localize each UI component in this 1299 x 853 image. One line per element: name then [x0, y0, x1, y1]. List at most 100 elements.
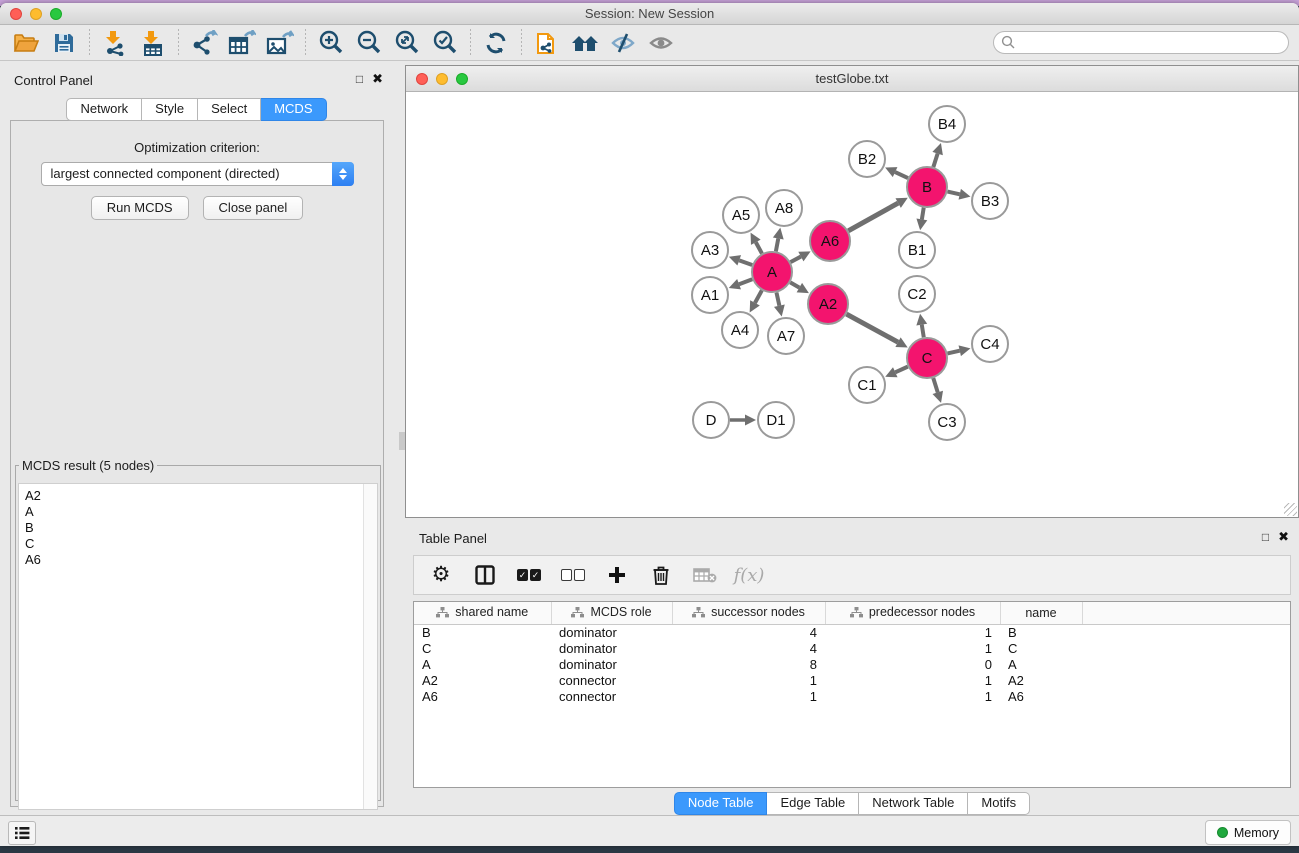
- close-panel-icon[interactable]: ✖: [372, 71, 383, 87]
- tab-mcds[interactable]: MCDS: [261, 98, 326, 121]
- minimize-window-icon[interactable]: [30, 8, 42, 20]
- graph-node-label: A7: [777, 328, 795, 345]
- float-panel-icon[interactable]: □: [356, 72, 363, 86]
- list-item[interactable]: A: [25, 504, 377, 520]
- graph-edge[interactable]: [922, 208, 924, 220]
- export-network-button[interactable]: [188, 28, 220, 58]
- tab-style[interactable]: Style: [142, 98, 198, 121]
- column-header-shared-name[interactable]: shared name: [414, 602, 551, 624]
- unselect-all-columns-button[interactable]: [560, 562, 586, 588]
- column-header-predecessor-nodes[interactable]: predecessor nodes: [825, 602, 1000, 624]
- show-columns-button[interactable]: [472, 562, 498, 588]
- tab-select[interactable]: Select: [198, 98, 261, 121]
- minimize-window-icon[interactable]: [436, 73, 448, 85]
- table-row[interactable]: Adominator 80 A: [414, 656, 1290, 672]
- table-panel-tabs: Node Table Edge Table Network Table Moti…: [405, 792, 1299, 815]
- gear-icon: ⚙: [432, 565, 451, 585]
- delete-column-button[interactable]: [648, 562, 674, 588]
- graph-edge[interactable]: [776, 238, 778, 251]
- optimization-criterion-select[interactable]: largest connected component (directed): [41, 162, 354, 186]
- function-builder-button[interactable]: f(x): [736, 562, 762, 588]
- import-network-button[interactable]: [99, 28, 131, 58]
- graph-edge[interactable]: [933, 378, 937, 392]
- resize-grip-icon[interactable]: [1284, 503, 1297, 516]
- zoom-selected-button[interactable]: [429, 28, 461, 58]
- tab-network[interactable]: Network: [66, 98, 142, 121]
- graph-edge[interactable]: [895, 367, 908, 373]
- graph-edge[interactable]: [791, 257, 801, 263]
- hide-details-button[interactable]: [607, 28, 639, 58]
- home-button[interactable]: [569, 28, 601, 58]
- table-row[interactable]: A6connector 11 A6: [414, 688, 1290, 704]
- control-panel-title: Control Panel □ ✖: [0, 64, 393, 94]
- column-header-successor-nodes[interactable]: successor nodes: [672, 602, 825, 624]
- network-view-window: testGlobe.txt AA1A2A3A4A5A6A7A8BB1B2B3B4…: [405, 65, 1299, 518]
- export-image-button[interactable]: [264, 28, 296, 58]
- graph-edge[interactable]: [790, 282, 799, 287]
- zoom-window-icon[interactable]: [50, 8, 62, 20]
- show-details-button[interactable]: [645, 28, 677, 58]
- graph-edge[interactable]: [739, 260, 752, 265]
- export-image-icon: [266, 30, 294, 56]
- run-mcds-button[interactable]: Run MCDS: [91, 196, 189, 220]
- close-panel-button[interactable]: Close panel: [203, 196, 304, 220]
- table-row[interactable]: Cdominator 41 C: [414, 640, 1290, 656]
- graph-edge[interactable]: [922, 325, 924, 338]
- search-field: [993, 31, 1289, 54]
- graph-edge[interactable]: [895, 172, 908, 178]
- search-input[interactable]: [993, 31, 1289, 54]
- graph-edge[interactable]: [947, 351, 959, 354]
- delete-table-button[interactable]: [692, 562, 718, 588]
- list-item[interactable]: A6: [25, 552, 377, 568]
- zoom-out-button[interactable]: [353, 28, 385, 58]
- refresh-layout-button[interactable]: [480, 28, 512, 58]
- zoom-in-button[interactable]: [315, 28, 347, 58]
- network-document-button[interactable]: [531, 28, 563, 58]
- tab-node-table[interactable]: Node Table: [674, 792, 768, 815]
- splitter-handle[interactable]: [399, 432, 405, 450]
- memory-button[interactable]: Memory: [1205, 820, 1291, 845]
- export-table-button[interactable]: [226, 28, 258, 58]
- close-panel-icon[interactable]: ✖: [1278, 529, 1289, 545]
- graph-edge[interactable]: [755, 290, 762, 302]
- close-window-icon[interactable]: [10, 8, 22, 20]
- list-item[interactable]: B: [25, 520, 377, 536]
- table-settings-button[interactable]: ⚙: [428, 562, 454, 588]
- column-header-name[interactable]: name: [1000, 602, 1082, 624]
- eye-icon: [648, 31, 674, 55]
- toolbar-separator: [470, 29, 471, 57]
- list-item[interactable]: C: [25, 536, 377, 552]
- save-session-button[interactable]: [48, 28, 80, 58]
- tab-network-table[interactable]: Network Table: [859, 792, 968, 815]
- zoom-fit-button[interactable]: [391, 28, 423, 58]
- create-column-button[interactable]: [604, 562, 630, 588]
- graph-edge[interactable]: [846, 314, 898, 342]
- list-item[interactable]: A2: [25, 488, 377, 504]
- graph-edge[interactable]: [848, 203, 898, 231]
- scrollbar[interactable]: [363, 484, 377, 809]
- zoom-selected-icon: [432, 30, 458, 56]
- toolbar-separator: [178, 29, 179, 57]
- checked-box-icon: ✓: [517, 569, 528, 581]
- table-row[interactable]: A2connector 11 A2: [414, 672, 1290, 688]
- graph-edge[interactable]: [756, 242, 762, 253]
- graph-edge[interactable]: [933, 154, 937, 167]
- graph-edge[interactable]: [947, 192, 959, 195]
- graph-edge[interactable]: [776, 293, 779, 306]
- import-table-button[interactable]: [137, 28, 169, 58]
- graph-node-label: B1: [908, 242, 926, 259]
- show-task-history-button[interactable]: [8, 821, 36, 845]
- network-graph[interactable]: AA1A2A3A4A5A6A7A8BB1B2B3B4CC1C2C3C4DD1: [406, 92, 1298, 517]
- tab-motifs[interactable]: Motifs: [968, 792, 1030, 815]
- graph-node-label: A1: [701, 287, 719, 304]
- close-window-icon[interactable]: [416, 73, 428, 85]
- graph-edge[interactable]: [739, 279, 752, 284]
- open-file-button[interactable]: [10, 28, 42, 58]
- select-all-columns-button[interactable]: ✓✓: [516, 562, 542, 588]
- tab-edge-table[interactable]: Edge Table: [767, 792, 859, 815]
- mcds-result-list[interactable]: A2 A B C A6: [18, 483, 378, 810]
- table-row[interactable]: Bdominator 41 B: [414, 624, 1290, 640]
- float-panel-icon[interactable]: □: [1262, 530, 1269, 544]
- zoom-window-icon[interactable]: [456, 73, 468, 85]
- column-header-mcds-role[interactable]: MCDS role: [551, 602, 672, 624]
